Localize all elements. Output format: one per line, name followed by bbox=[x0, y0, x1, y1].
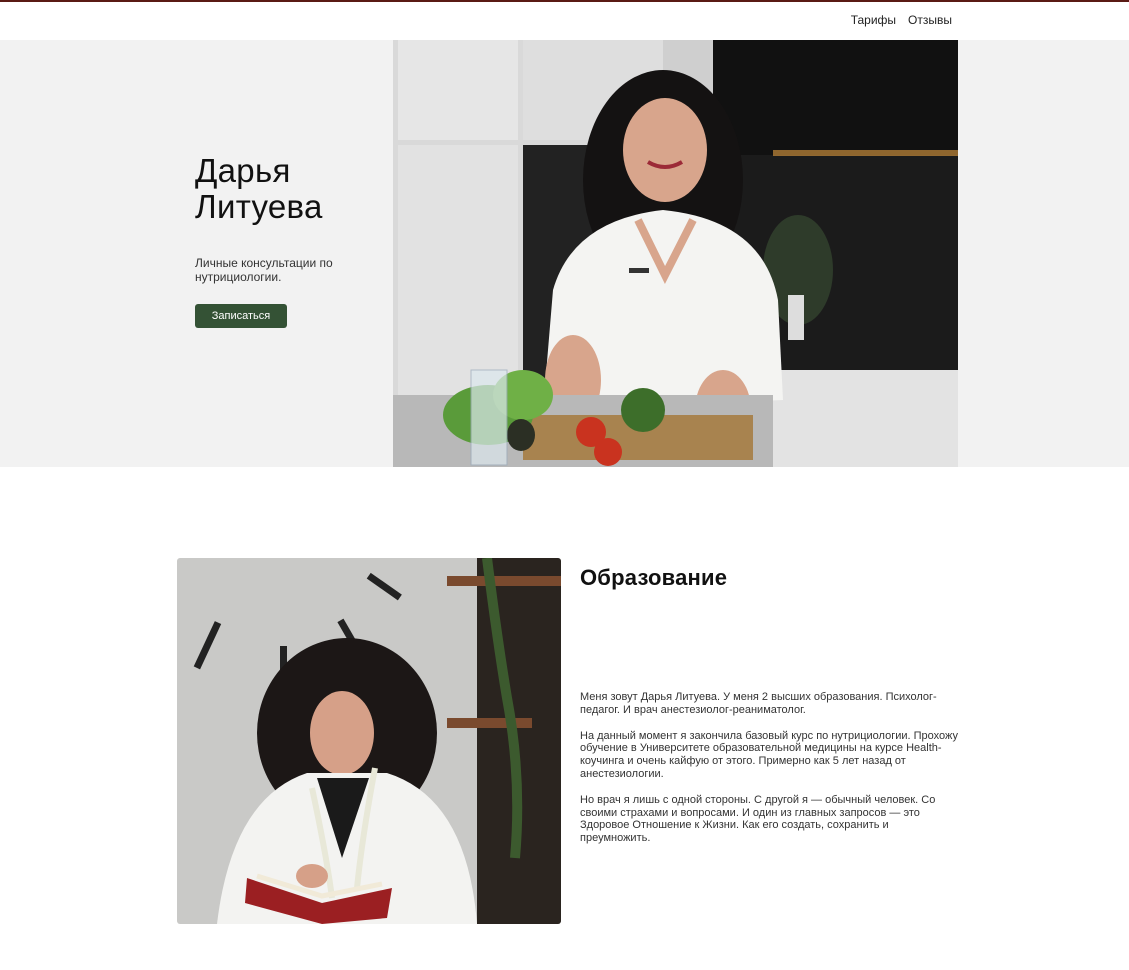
signup-button[interactable]: Записаться bbox=[195, 304, 287, 328]
education-paragraph: Но врач я лишь с одной стороны. С другой… bbox=[580, 793, 936, 845]
hero-title: Дарья Литуева bbox=[195, 152, 323, 225]
education-title: Образование bbox=[580, 565, 728, 590]
nav-links: Тарифы Отзывы bbox=[851, 13, 952, 27]
hero-subtitle: Личные консультации по нутрициологии. bbox=[195, 256, 333, 284]
education-photo bbox=[177, 558, 561, 924]
hero-photo bbox=[393, 40, 958, 467]
education-paragraph: Меня зовут Дарья Литуева. У меня 2 высши… bbox=[580, 691, 937, 716]
top-nav: Тарифы Отзывы bbox=[0, 0, 1129, 40]
nav-link-tariffs[interactable]: Тарифы bbox=[851, 13, 896, 27]
hero-text: Дарья Литуева Личные консультации по нут… bbox=[195, 152, 375, 285]
nav-link-reviews[interactable]: Отзывы bbox=[908, 13, 952, 27]
education-section: Образование Меня зовут Дарья Литуева. У … bbox=[580, 565, 960, 858]
education-paragraph: На данный момент я закончила базовый кур… bbox=[580, 729, 958, 780]
hero-section: Дарья Литуева Личные консультации по нут… bbox=[0, 40, 1129, 467]
education-body: Меня зовут Дарья Литуева. У меня 2 высши… bbox=[580, 691, 960, 845]
